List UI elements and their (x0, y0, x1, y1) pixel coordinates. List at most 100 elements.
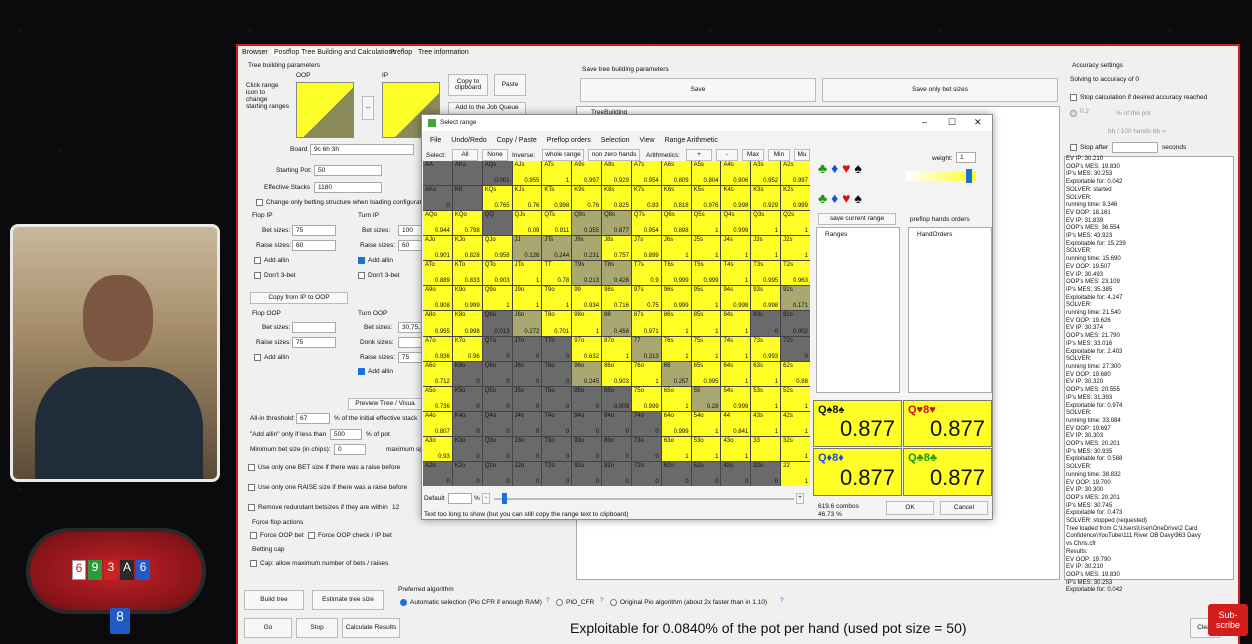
hand-cell[interactable]: K2s 0.999 (781, 186, 810, 211)
hand-cell[interactable]: AA (423, 161, 452, 186)
tab-tree-info[interactable]: Tree information (418, 49, 469, 56)
force-oop-bet-checkbox[interactable] (250, 532, 257, 539)
plus-button[interactable]: + (686, 149, 712, 161)
hand-cell[interactable]: AKs (452, 161, 482, 186)
hand-cell[interactable]: JJ 0.126 (512, 236, 542, 261)
hand-cell[interactable]: J8o 0.272 (512, 311, 542, 336)
hand-cell[interactable]: T5s 0.999 (691, 261, 721, 286)
help-icon[interactable]: ? (546, 597, 550, 604)
hand-cell[interactable]: 77 0.313 (631, 336, 661, 361)
flop-oop-bet-input[interactable] (292, 322, 336, 333)
hand-cell[interactable]: 96s 0.999 (661, 286, 691, 311)
hand-cell[interactable]: K7s 0.83 (631, 186, 661, 211)
hand-cell[interactable]: J2s 1 (781, 236, 810, 261)
hand-cell[interactable]: K4s 0.998 (721, 186, 751, 211)
hand-cell[interactable]: 97s 0.75 (631, 286, 661, 311)
select-none-button[interactable]: None (482, 149, 508, 161)
club-icon[interactable]: ♣ (818, 190, 827, 206)
hand-cell[interactable]: 82s 0.002 (781, 311, 810, 336)
slider-right-button[interactable]: + (796, 493, 804, 504)
stop-button[interactable]: Stop (296, 618, 338, 638)
flop-ip-raise-input[interactable]: 60 (292, 240, 336, 251)
hand-cell[interactable]: J3s 1 (751, 236, 781, 261)
hand-cell[interactable]: A4o 0.807 (423, 411, 452, 436)
hand-cell[interactable]: A2s 0.997 (781, 161, 810, 186)
turn-oop-allin-checkbox[interactable] (358, 368, 365, 375)
ok-button[interactable]: OK (886, 501, 934, 515)
hand-cell[interactable]: T2s 0.963 (781, 261, 810, 286)
menu-selection[interactable]: Selection (601, 137, 630, 144)
default-slider-thumb[interactable] (502, 493, 507, 504)
hand-cell[interactable]: T7s 0.9 (631, 261, 661, 286)
calculate-results-button[interactable]: Calculate Results (342, 618, 400, 638)
help-icon[interactable]: ? (600, 597, 604, 604)
hand-cell[interactable]: 99 0.934 (572, 286, 602, 311)
hand-cell[interactable]: 93o 0 (572, 436, 602, 461)
hand-cell[interactable]: K3o 0 (452, 436, 482, 461)
hand-cell[interactable]: K6o 0 (452, 361, 482, 386)
hand-cell[interactable]: T3s 0.995 (751, 261, 781, 286)
hand-cell[interactable]: JTs 0.244 (542, 236, 572, 261)
turn-ip-raise-input[interactable]: 60 (398, 240, 422, 251)
handorders-tree[interactable]: HandOrders (908, 227, 992, 393)
hand-cell[interactable]: K5s 0.976 (691, 186, 721, 211)
hand-cell[interactable]: 33 (751, 436, 781, 461)
hand-cell[interactable]: QQ (482, 211, 512, 236)
hand-cell[interactable]: A9o 0.908 (423, 286, 452, 311)
allin-threshold-input[interactable]: 67 (296, 413, 330, 424)
flop-ip-3bet-checkbox[interactable] (254, 272, 261, 279)
hand-cell[interactable]: 63s 1 (751, 361, 781, 386)
flop-oop-allin-checkbox[interactable] (254, 354, 261, 361)
hand-cell[interactable]: 74o 0 (631, 411, 661, 436)
hand-cell[interactable]: J8s 0.757 (602, 236, 631, 261)
menu-view[interactable]: View (640, 137, 655, 144)
range-grid[interactable]: AA AKs AQs 0.001 AJs 0.955 ATs 1 A9s 0.997 A8s 0.92… (423, 161, 810, 486)
tab-browser[interactable]: Browser (242, 49, 268, 56)
one-bet-checkbox[interactable] (248, 464, 255, 471)
hand-cell[interactable]: Q9s 0.355 (572, 211, 602, 236)
hand-cell[interactable]: Q2o 0 (482, 461, 512, 486)
hand-cell[interactable]: 84o 0 (602, 411, 631, 436)
hand-cell[interactable]: 83o 0 (602, 436, 631, 461)
one-raise-checkbox[interactable] (248, 484, 255, 491)
slider-left-button[interactable]: - (482, 493, 490, 504)
hand-cell[interactable]: Q9o 1 (482, 286, 512, 311)
turn-ip-bet-input[interactable]: 100 (398, 225, 422, 236)
paste-button[interactable]: Paste (494, 74, 526, 96)
hand-cell[interactable]: Q5s 1 (691, 211, 721, 236)
swap-ranges-button[interactable]: ↔ (362, 96, 374, 120)
hand-cell[interactable]: 64o 0.999 (661, 411, 691, 436)
turn-oop-bet-input[interactable]: 30,75,1 (398, 322, 424, 333)
turn-ip-3bet-checkbox[interactable] (358, 272, 365, 279)
auto-radio[interactable] (400, 599, 407, 606)
default-input[interactable] (448, 493, 472, 504)
hand-cell[interactable]: J7s 0.899 (631, 236, 661, 261)
ranges-node[interactable]: Ranges (825, 231, 847, 238)
hand-cell[interactable]: K8o 0.998 (452, 311, 482, 336)
hand-cell[interactable]: 44 0.841 (721, 411, 751, 436)
hand-cell[interactable]: T6s 0.999 (661, 261, 691, 286)
hand-cell[interactable]: KTs 0.998 (542, 186, 572, 211)
hand-cell[interactable]: 85s 1 (691, 311, 721, 336)
hand-cell[interactable]: 96o 0.245 (572, 361, 602, 386)
hand-cell[interactable]: 32o 0 (751, 461, 781, 486)
hand-cell[interactable]: 85o 0.009 (602, 386, 631, 411)
hand-cell[interactable]: 22 1 (781, 461, 810, 486)
close-icon[interactable]: ✕ (974, 117, 982, 128)
hand-cell[interactable]: 98s 0.716 (602, 286, 631, 311)
hand-cell[interactable]: TT 0.78 (542, 261, 572, 286)
pio-cfr-radio[interactable] (556, 599, 563, 606)
hand-cell[interactable]: K7o 0.96 (452, 336, 482, 361)
hand-cell[interactable]: T9s 0.213 (572, 261, 602, 286)
hand-cell[interactable]: 52o 0 (691, 461, 721, 486)
min-button[interactable]: Min (768, 149, 790, 161)
hand-cell[interactable]: 94o 0 (572, 411, 602, 436)
whole-range-button[interactable]: whole range (542, 149, 584, 161)
hand-cell[interactable]: 43s 1 (751, 411, 781, 436)
cap-checkbox[interactable] (250, 560, 257, 567)
hand-cell[interactable]: 92o 0 (572, 461, 602, 486)
hand-cell[interactable]: 84s 1 (721, 311, 751, 336)
hand-cell[interactable]: KJs 0.76 (512, 186, 542, 211)
hand-cell[interactable]: J4s 1 (721, 236, 751, 261)
turn-oop-donk-input[interactable] (398, 337, 422, 348)
